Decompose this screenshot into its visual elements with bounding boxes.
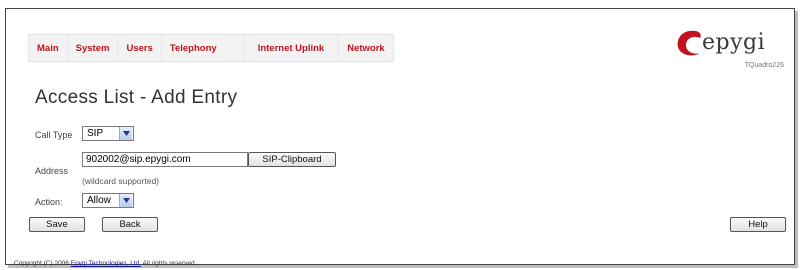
copyright-suffix: All rights reserved. [141, 260, 197, 267]
address-input[interactable]: 902002@sip.epygi.com [82, 152, 248, 167]
epygi-logo: epygi TQuadro226 [674, 23, 784, 71]
action-value: Allow [87, 195, 111, 206]
nav-item-main[interactable]: Main [29, 35, 68, 61]
sip-clipboard-button[interactable]: SIP-Clipboard [248, 152, 336, 167]
help-button[interactable]: Help [730, 217, 786, 232]
nav-item-internet-uplink[interactable]: Internet Uplink [244, 35, 340, 61]
call-type-label: Call Type [35, 130, 73, 140]
copyright-prefix: Copyright (C) 2006 [14, 260, 71, 267]
logo-wordmark: epygi [702, 30, 766, 55]
action-select[interactable]: Allow [82, 193, 134, 208]
nav-item-telephony[interactable]: Telephony [162, 35, 244, 61]
action-label: Action: [35, 197, 63, 207]
main-nav: Main System Users Telephony Internet Upl… [28, 34, 394, 62]
address-label: Address [35, 166, 69, 176]
call-type-select[interactable]: SIP [82, 126, 134, 141]
nav-item-users[interactable]: Users [118, 35, 162, 61]
app-window: Main System Users Telephony Internet Upl… [5, 8, 795, 267]
nav-item-system[interactable]: System [68, 35, 119, 61]
device-model-label: TQuadro226 [744, 62, 784, 69]
chevron-down-icon [119, 127, 132, 140]
page-title: Access List - Add Entry [35, 87, 238, 108]
save-button[interactable]: Save [29, 217, 85, 232]
epygi-link[interactable]: Epygi Technologies, Ltd. [71, 260, 141, 267]
copyright-footer: Copyright (C) 2006 Epygi Technologies, L… [14, 260, 196, 267]
call-type-value: SIP [87, 128, 104, 139]
address-hint: (wildcard supported) [82, 176, 160, 186]
back-button[interactable]: Back [102, 217, 158, 232]
nav-item-network[interactable]: Network [339, 35, 392, 61]
chevron-down-icon [119, 194, 132, 207]
